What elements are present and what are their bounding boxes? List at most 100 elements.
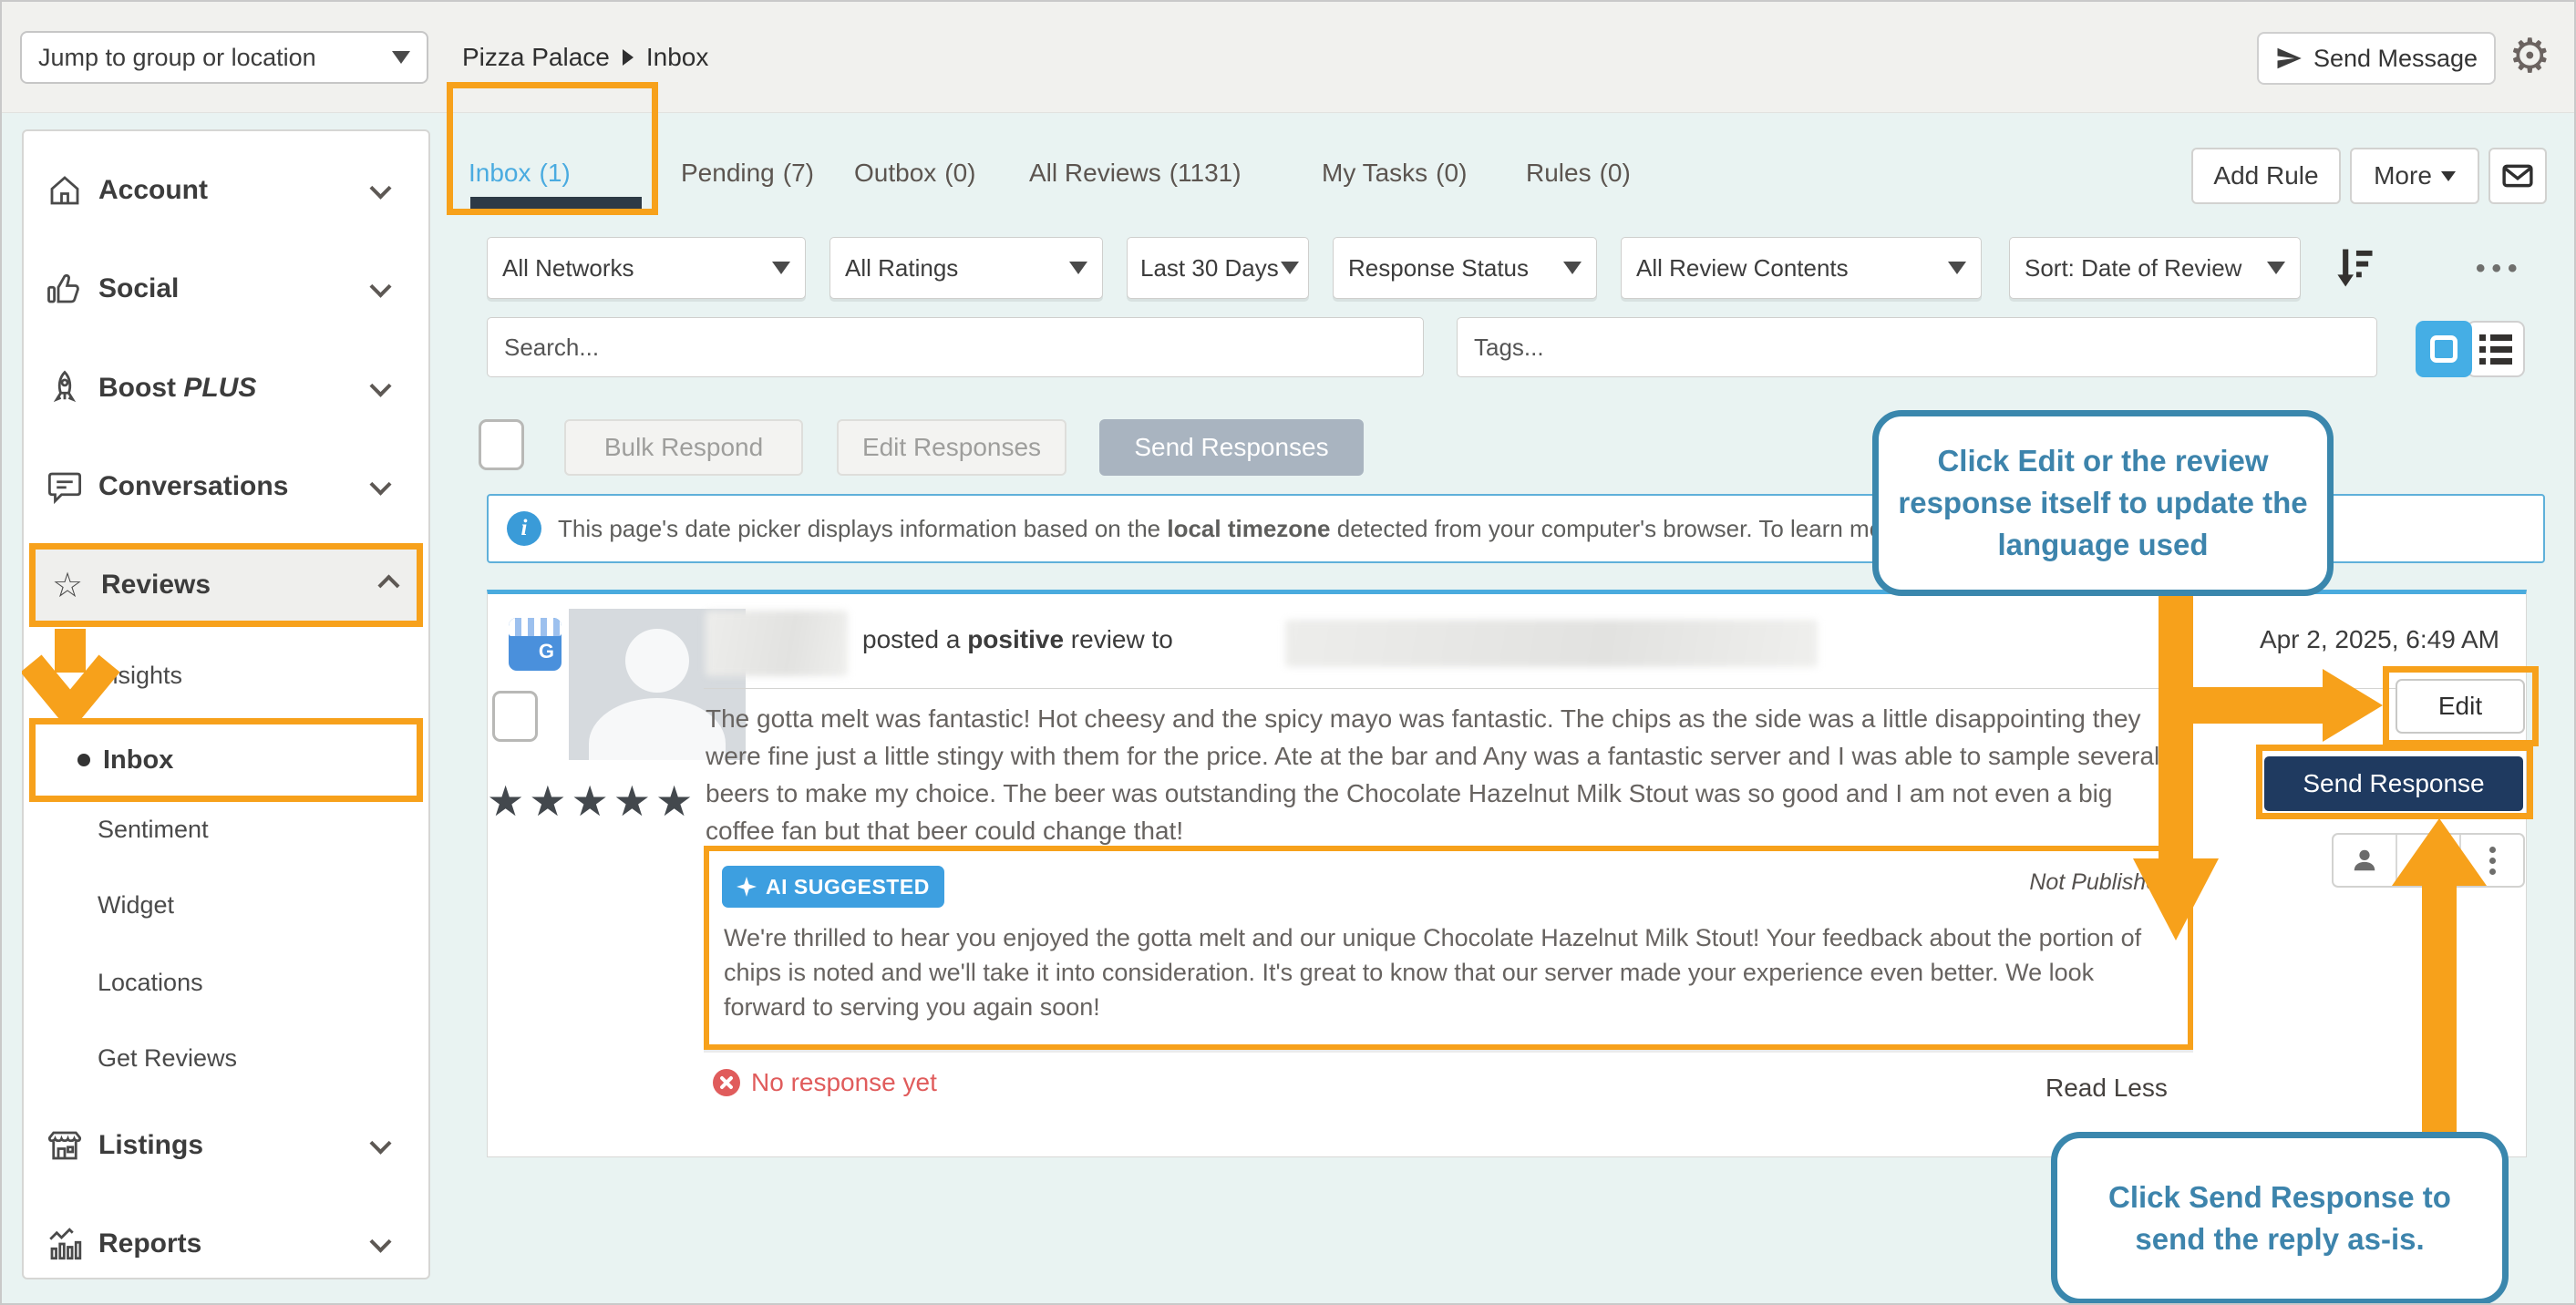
sidebar-item-label: Account	[98, 175, 208, 206]
chevron-up-icon	[377, 574, 399, 596]
chevron-down-icon	[2267, 262, 2285, 274]
sidebar-item-label: Reports	[98, 1228, 201, 1259]
annotation-arrow-edit-and-response	[2126, 592, 2390, 957]
card-view-icon	[2430, 335, 2458, 363]
chevron-down-icon	[1281, 262, 1299, 274]
chevron-down-icon	[392, 51, 410, 64]
banner-text: This page's date picker displays informa…	[558, 515, 1911, 543]
tab-all-reviews[interactable]: All Reviews(1131)	[1029, 151, 1242, 195]
star-rating: ★★★★★	[487, 776, 697, 826]
sidebar-item-listings[interactable]: Listings	[44, 1118, 408, 1173]
no-response-status: No response yet	[713, 1068, 937, 1097]
sidebar-item-label: Inbox	[103, 745, 173, 776]
sidebar-item-get-reviews[interactable]: Get Reviews	[98, 1033, 371, 1084]
filter-ratings[interactable]: All Ratings	[829, 237, 1103, 299]
highlight-box-edit-button	[2383, 666, 2539, 746]
list-view-toggle[interactable]	[2467, 321, 2525, 377]
filter-sort[interactable]: Sort: Date of Review	[2009, 237, 2301, 299]
tab-pending[interactable]: Pending(7)	[681, 151, 814, 195]
annotation-arrow-up-to-send	[2381, 815, 2499, 1139]
sort-descending-icon	[2334, 246, 2374, 290]
chevron-down-icon	[369, 275, 391, 297]
chevron-down-icon	[369, 1132, 391, 1154]
paper-plane-icon	[2275, 45, 2303, 72]
ai-suggested-badge: AI SUGGESTED	[722, 866, 944, 908]
sparkle-icon	[737, 877, 757, 897]
filter-networks[interactable]: All Networks	[487, 237, 806, 299]
avatar-silhouette	[625, 629, 689, 693]
tags-input[interactable]	[1457, 317, 2377, 377]
chart-icon	[44, 1225, 86, 1263]
callout-edit-instruction: Click Edit or the review response itself…	[1872, 410, 2334, 596]
sidebar-item-account[interactable]: Account	[44, 163, 408, 218]
chevron-down-icon	[1563, 262, 1582, 274]
list-view-icon	[2479, 334, 2512, 341]
sidebar-item-reviews[interactable]: ☆ Reviews	[29, 543, 423, 627]
filter-review-contents[interactable]: All Review Contents	[1621, 237, 1982, 299]
review-text: The gotta melt was fantastic! Hot cheesy…	[706, 700, 2169, 849]
jump-dropdown-label: Jump to group or location	[38, 44, 316, 72]
info-icon: i	[507, 511, 541, 546]
plus-badge: PLUS	[183, 373, 256, 403]
breadcrumb-root[interactable]: Pizza Palace	[462, 43, 610, 72]
sidebar-item-inbox[interactable]: Inbox	[29, 718, 423, 802]
sidebar-item-locations[interactable]: Locations	[98, 957, 371, 1008]
email-button[interactable]	[2488, 148, 2547, 204]
select-all-checkbox[interactable]	[479, 419, 524, 470]
card-view-toggle[interactable]	[2416, 321, 2472, 377]
send-responses-button[interactable]: Send Responses	[1099, 419, 1364, 476]
sidebar-item-widget[interactable]: Widget	[98, 879, 371, 930]
sidebar-item-conversations[interactable]: Conversations	[44, 459, 408, 514]
chevron-down-icon	[369, 1230, 391, 1252]
callout-send-text: Click Send Response to send the reply as…	[2072, 1177, 2488, 1260]
more-options-button[interactable]: •••	[2476, 253, 2524, 284]
sidebar-item-label: Listings	[98, 1130, 203, 1161]
sidebar-item-reports[interactable]: Reports	[44, 1217, 408, 1271]
chevron-down-icon	[369, 375, 391, 396]
rocket-icon	[44, 369, 86, 407]
tab-outbox[interactable]: Outbox(0)	[854, 151, 976, 195]
sidebar-item-label: Boost PLUS	[98, 373, 256, 404]
star-icon: ☆	[46, 565, 88, 606]
edit-responses-button[interactable]: Edit Responses	[837, 419, 1066, 476]
review-select-checkbox[interactable]	[492, 691, 538, 742]
circle-x-icon	[713, 1069, 740, 1096]
sidebar-item-sentiment[interactable]: Sentiment	[98, 804, 371, 855]
search-input[interactable]	[487, 317, 1424, 377]
business-name-redacted	[1285, 620, 1818, 667]
tab-my-tasks[interactable]: My Tasks(0)	[1322, 151, 1467, 195]
filter-response-status[interactable]: Response Status	[1333, 237, 1597, 299]
chevron-down-icon	[369, 177, 391, 199]
envelope-icon	[2502, 164, 2533, 188]
add-rule-button[interactable]: Add Rule	[2191, 148, 2341, 204]
not-published-label: Not Published	[1861, 869, 2171, 896]
more-button[interactable]: More	[2350, 148, 2479, 204]
caret-down-icon	[2441, 171, 2456, 181]
reviewer-name-redacted	[706, 611, 848, 676]
tab-rules[interactable]: Rules(0)	[1526, 151, 1631, 195]
sidebar-item-boost-plus[interactable]: Boost PLUS	[44, 361, 408, 416]
sidebar-item-label: Social	[98, 273, 179, 304]
jump-to-group-dropdown[interactable]: Jump to group or location	[20, 31, 428, 84]
sidebar-item-label: Reviews	[101, 570, 211, 601]
filter-date-range[interactable]: Last 30 Days	[1127, 237, 1309, 299]
chat-bubble-icon	[44, 468, 86, 506]
send-message-label: Send Message	[2313, 45, 2478, 73]
home-icon	[44, 171, 86, 210]
thumbs-up-icon	[44, 270, 86, 308]
chevron-down-icon	[1069, 262, 1087, 274]
bulk-respond-button[interactable]: Bulk Respond	[564, 419, 803, 476]
gear-icon[interactable]: ⚙	[2509, 33, 2551, 80]
read-less-link[interactable]: Read Less	[2045, 1074, 2168, 1103]
breadcrumb-separator-icon	[623, 49, 634, 66]
ai-response-text[interactable]: We're thrilled to hear you enjoyed the g…	[724, 920, 2168, 1024]
send-message-button[interactable]: Send Message	[2257, 32, 2496, 85]
sort-direction-button[interactable]	[2334, 246, 2374, 294]
chevron-down-icon	[772, 262, 790, 274]
sidebar-item-social[interactable]: Social	[44, 262, 408, 316]
active-bullet-icon	[77, 754, 90, 766]
chevron-down-icon	[369, 473, 391, 495]
storefront-icon	[44, 1126, 86, 1165]
sidebar-item-insights[interactable]: Insights	[98, 650, 371, 701]
chevron-down-icon	[1948, 262, 1966, 274]
